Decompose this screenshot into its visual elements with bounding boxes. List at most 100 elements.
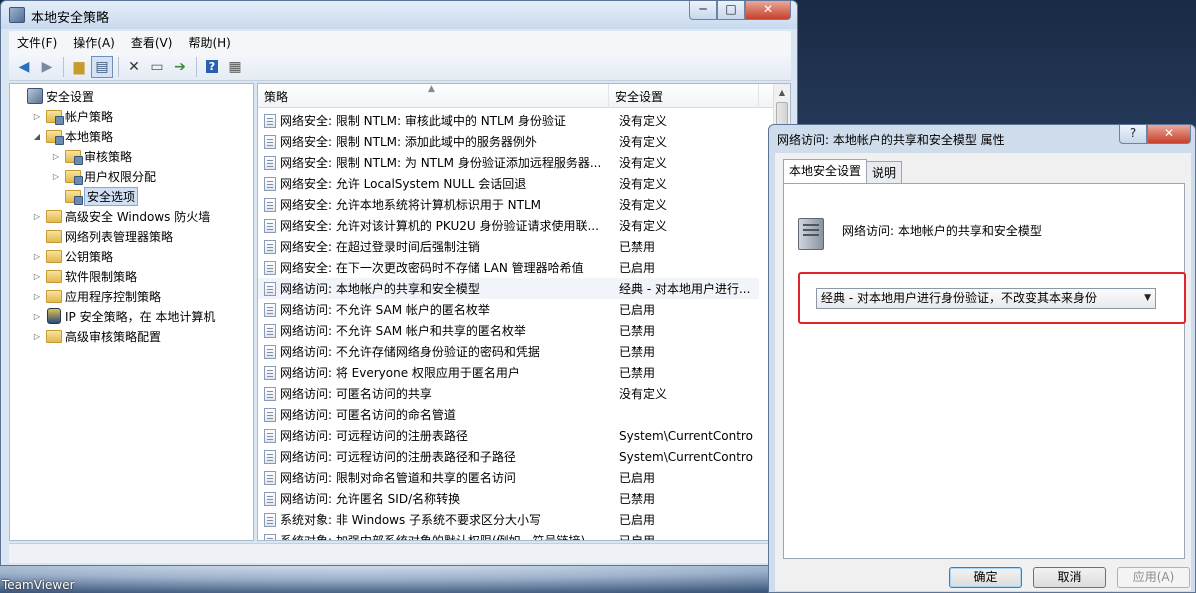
policy-row[interactable]: 网络访问: 允许匿名 SID/名称转换 已禁用	[258, 488, 759, 509]
expand-arrow-icon[interactable]: ▷	[31, 252, 43, 261]
title-bar[interactable]: 本地安全策略 ─ □ ✕	[1, 1, 797, 29]
tree-item[interactable]: ▷ IP 安全策略，在 本地计算机	[31, 306, 215, 326]
show-tree-icon[interactable]: ▤	[91, 55, 113, 78]
policy-row[interactable]: 网络访问: 可远程访问的注册表路径和子路径 System\CurrentContr…	[258, 446, 759, 467]
policy-row[interactable]: 网络访问: 可远程访问的注册表路径 System\CurrentContro...	[258, 425, 759, 446]
minimize-button[interactable]: ─	[689, 1, 717, 20]
policy-row[interactable]: 网络访问: 可匿名访问的命名管道	[258, 404, 759, 425]
expand-arrow-icon[interactable]: ◢	[31, 132, 43, 141]
policy-row[interactable]: 系统对象: 非 Windows 子系统不要求区分大小写 已启用	[258, 509, 759, 530]
policy-icon	[264, 155, 276, 170]
local-security-policy-window: 本地安全策略 ─ □ ✕ 文件(F) 操作(A) 查看(V) 帮助(H) ◀ ▶…	[0, 0, 798, 566]
tree-item-label: 帐户策略	[65, 109, 114, 124]
policy-row[interactable]: 网络安全: 在下一次更改密码时不存储 LAN 管理器哈希值 已启用	[258, 257, 759, 278]
tree-item[interactable]: ▷ 审核策略	[50, 146, 132, 166]
server-icon	[798, 218, 824, 250]
tab-explain[interactable]: 说明	[866, 161, 903, 183]
policy-name: 网络安全: 允许对该计算机的 PKU2U 身份验证请求使用联...	[280, 219, 599, 233]
view-icon[interactable]: ▦	[224, 56, 246, 78]
tree-item[interactable]: 安全设置	[12, 86, 94, 106]
expand-arrow-icon[interactable]: ▷	[31, 332, 43, 341]
tree-item[interactable]: ▷ 帐户策略	[31, 106, 113, 126]
tree-item[interactable]: ▷ 应用程序控制策略	[31, 286, 161, 306]
policy-row[interactable]: 网络安全: 允许本地系统将计算机标识用于 NTLM 没有定义	[258, 194, 759, 215]
policy-row[interactable]: 系统对象: 加强内部系统对象的默认权限(例如，符号链接) 已启用	[258, 530, 759, 541]
window-controls: ─ □ ✕	[689, 1, 791, 20]
menu-action[interactable]: 操作(A)	[65, 34, 123, 51]
security-settings-icon	[27, 88, 43, 104]
tree-item-label: 软件限制策略	[65, 269, 138, 284]
policy-row[interactable]: 网络安全: 限制 NTLM: 审核此域中的 NTLM 身份验证 没有定义	[258, 110, 759, 131]
tree-item[interactable]: 安全选项	[50, 186, 139, 206]
export-icon[interactable]: ➔	[169, 56, 191, 78]
expand-arrow-icon[interactable]: ▷	[31, 292, 43, 301]
forward-icon[interactable]: ▶	[36, 56, 58, 78]
tree-item[interactable]: ▷ 公钥策略	[31, 246, 113, 266]
expand-arrow-icon[interactable]: ▷	[31, 272, 43, 281]
policy-row[interactable]: 网络安全: 允许对该计算机的 PKU2U 身份验证请求使用联... 没有定义	[258, 215, 759, 236]
policy-row[interactable]: 网络安全: 限制 NTLM: 添加此域中的服务器例外 没有定义	[258, 131, 759, 152]
policy-row[interactable]: 网络访问: 可匿名访问的共享 没有定义	[258, 383, 759, 404]
status-bar	[9, 543, 791, 563]
ok-button[interactable]: 确定	[949, 567, 1022, 588]
chevron-down-icon[interactable]: ▼	[1144, 289, 1151, 308]
policy-setting: System\CurrentContro...	[619, 449, 753, 464]
policy-icon	[264, 239, 276, 254]
menu-file[interactable]: 文件(F)	[9, 34, 65, 51]
cancel-button[interactable]: 取消	[1033, 567, 1106, 588]
dialog-help-button[interactable]: ?	[1119, 125, 1147, 144]
delete-icon[interactable]: ✕	[123, 56, 145, 78]
folder-lock-icon	[65, 189, 83, 205]
up-folder-icon[interactable]: ▆	[68, 56, 90, 78]
apply-button[interactable]: 应用(A)	[1117, 567, 1190, 588]
tree-item[interactable]: ▷ 高级审核策略配置	[31, 326, 161, 346]
menu-view[interactable]: 查看(V)	[123, 34, 181, 51]
expand-arrow-icon[interactable]: ▷	[50, 172, 62, 181]
back-icon[interactable]: ◀	[13, 56, 35, 78]
security-model-select[interactable]: 经典 - 对本地用户进行身份验证，不改变其本来身份 ▼	[816, 288, 1156, 309]
column-policy-label: 策略	[264, 90, 289, 104]
properties-icon[interactable]: ▭	[146, 56, 168, 78]
policy-icon	[264, 113, 276, 128]
maximize-button[interactable]: □	[717, 1, 745, 20]
column-setting[interactable]: 安全设置	[609, 84, 759, 108]
policy-name: 网络访问: 不允许存储网络身份验证的密码和凭据	[280, 345, 540, 359]
policy-name: 系统对象: 加强内部系统对象的默认权限(例如，符号链接)	[280, 534, 586, 541]
policy-setting: 没有定义	[619, 219, 668, 233]
scroll-up-icon[interactable]: ▲	[774, 84, 790, 101]
policy-row[interactable]: 网络访问: 将 Everyone 权限应用于匿名用户 已禁用	[258, 362, 759, 383]
policy-row[interactable]: 网络安全: 允许 LocalSystem NULL 会话回退 没有定义	[258, 173, 759, 194]
dialog-close-button[interactable]: ✕	[1147, 125, 1191, 144]
tab-local-security-setting[interactable]: 本地安全设置	[783, 159, 868, 183]
policy-row[interactable]: 网络访问: 不允许存储网络身份验证的密码和凭据 已禁用	[258, 341, 759, 362]
expand-arrow-icon[interactable]: ▷	[31, 212, 43, 221]
policy-icon	[264, 281, 276, 296]
expand-arrow-icon[interactable]: ▷	[31, 312, 43, 321]
close-button[interactable]: ✕	[745, 1, 791, 20]
expand-arrow-icon[interactable]: ▷	[50, 152, 62, 161]
menu-help[interactable]: 帮助(H)	[180, 34, 238, 51]
tree-item[interactable]: ◢ 本地策略	[31, 126, 113, 146]
policy-name: 网络访问: 将 Everyone 权限应用于匿名用户	[280, 366, 520, 380]
policy-icon	[264, 302, 276, 317]
policy-row[interactable]: 网络访问: 限制对命名管道和共享的匿名访问 已启用	[258, 467, 759, 488]
expand-arrow-icon[interactable]: ▷	[31, 112, 43, 121]
tree-item[interactable]: ▷ 高级安全 Windows 防火墙	[31, 206, 210, 226]
properties-dialog: 网络访问: 本地帐户的共享和安全模型 属性 ? ✕ 本地安全设置 说明 网络访问…	[768, 124, 1196, 593]
policy-setting: System\CurrentContro...	[619, 428, 753, 443]
column-policy[interactable]: ▲ 策略	[258, 84, 609, 108]
policy-name: 网络访问: 允许匿名 SID/名称转换	[280, 492, 461, 506]
policy-row[interactable]: 网络访问: 不允许 SAM 帐户的匿名枚举 已启用	[258, 299, 759, 320]
policy-setting: 已启用	[619, 261, 656, 275]
tree-item[interactable]: 网络列表管理器策略	[31, 226, 173, 246]
toolbar-separator	[63, 56, 64, 77]
tree-item[interactable]: ▷ 软件限制策略	[31, 266, 137, 286]
policy-row[interactable]: 网络安全: 在超过登录时间后强制注销 已禁用	[258, 236, 759, 257]
policy-row[interactable]: 网络安全: 限制 NTLM: 为 NTLM 身份验证添加远程服务器... 没有定义	[258, 152, 759, 173]
help-icon[interactable]: ?	[201, 56, 223, 78]
tree-item[interactable]: ▷ 用户权限分配	[50, 166, 156, 186]
policy-row[interactable]: 网络访问: 本地帐户的共享和安全模型 经典 - 对本地用户进行...	[258, 278, 759, 299]
setting-name: 网络访问: 本地帐户的共享和安全模型	[842, 224, 1042, 238]
dialog-tabs: 本地安全设置 说明	[783, 159, 903, 183]
policy-row[interactable]: 网络访问: 不允许 SAM 帐户和共享的匿名枚举 已禁用	[258, 320, 759, 341]
